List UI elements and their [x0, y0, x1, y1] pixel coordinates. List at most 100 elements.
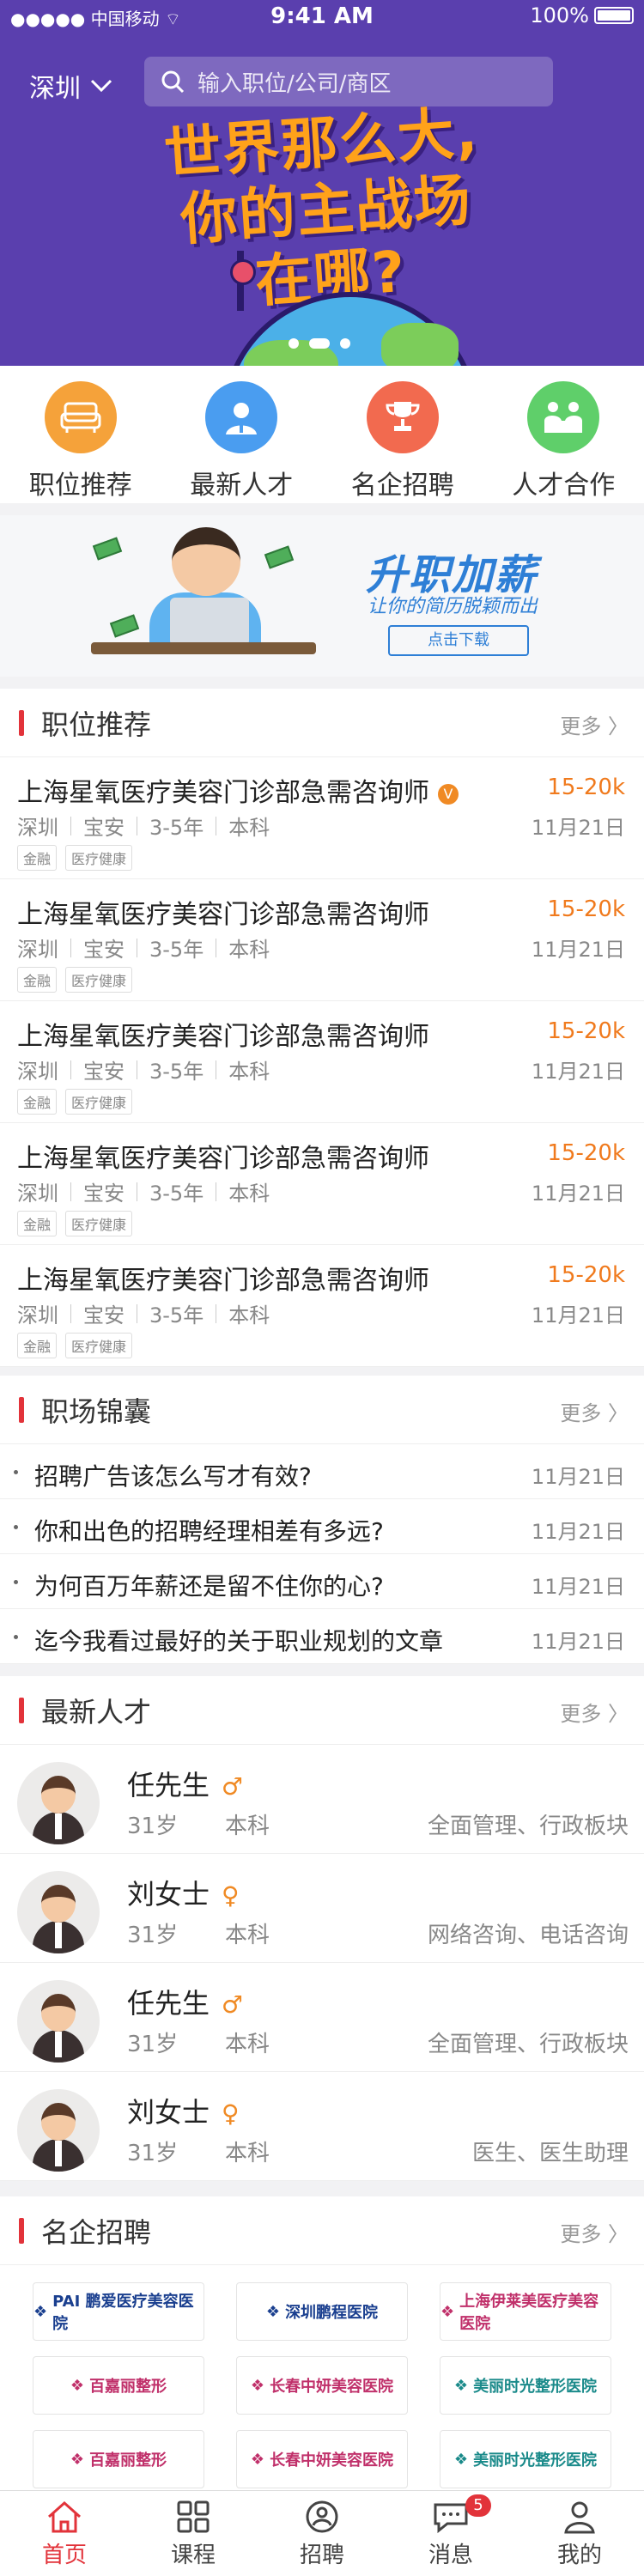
battery-icon [594, 7, 634, 24]
tab-home[interactable]: 首页 [0, 2491, 129, 2576]
gender-icon: ♀ [222, 1881, 240, 1910]
company-logo-grid: ❖ PAI 鹏爱医疗美容医院 ❖ 深圳鹏程医院 ❖ 上海伊莱美医疗美容医院 ❖ 百嘉丽整形 ❖ 长… [0, 2265, 644, 2488]
desk-illustration [91, 642, 316, 654]
section-header: 名企招聘 更多 〉 [0, 2196, 644, 2265]
company-logo[interactable]: ❖ 百嘉丽整形 [33, 2430, 204, 2488]
carousel-dot-active [309, 338, 330, 349]
category-label: 职位推荐 [28, 471, 132, 501]
meta-divider [70, 816, 71, 835]
job-tag: 医疗健康 [65, 967, 133, 993]
talent-item[interactable]: 任先生 ♂ 31岁 本科 全面管理、行政板块 [0, 1963, 644, 2072]
category-new-talent[interactable]: 最新人才 [161, 366, 323, 503]
talent-education: 本科 [225, 1923, 270, 1948]
city-selector[interactable]: 深圳 [29, 67, 113, 105]
carousel-dot [289, 338, 299, 349]
company-logo[interactable]: ❖ 百嘉丽整形 [33, 2356, 204, 2415]
job-edu: 本科 [228, 1060, 270, 1084]
job-item[interactable]: 上海星氧医疗美容门诊部急需咨询师 15-20k 深圳 宝安 3-5年 本科 11月21日 金融… [0, 1001, 644, 1123]
gender-icon: ♂ [222, 1990, 244, 2019]
company-name: 美丽时光整形医院 [473, 2378, 598, 2396]
tab-mine[interactable]: 我的 [515, 2491, 644, 2576]
job-salary: 15-20k [547, 1262, 625, 1288]
hero-banner[interactable]: ●●●●● 中国移动 ⌔ 9:41 AM 100% 深圳 输入职位/公司/商区 … [0, 0, 644, 366]
gender-icon: ♂ [222, 1772, 244, 1801]
company-logo[interactable]: ❖ PAI 鹏爱医疗美容医院 [33, 2282, 204, 2341]
article-item[interactable]: 迄今我看过最好的关于职业规划的文章 11月21日 [0, 1609, 644, 1664]
job-edu: 本科 [228, 1303, 270, 1327]
tab-course[interactable]: 课程 [129, 2491, 258, 2576]
battery-percent: 100% [530, 3, 589, 27]
job-date: 11月21日 [531, 1060, 625, 1084]
promo-banner[interactable]: 升职加薪 让你的简历脱颖而出 点击下载 [0, 515, 644, 677]
article-date: 11月21日 [531, 1520, 625, 1544]
download-button[interactable]: 点击下载 [388, 625, 529, 656]
tab-label: 招聘 [299, 2543, 344, 2568]
company-logo-icon: ❖ [453, 2450, 469, 2469]
article-item[interactable]: 招聘广告该怎么写才有效? 11月21日 [0, 1444, 644, 1499]
company-logo[interactable]: ❖ 长春中妍美容医院 [236, 2356, 408, 2415]
job-salary: 15-20k [547, 896, 625, 922]
article-title: 迄今我看过最好的关于职业规划的文章 [34, 1627, 444, 1656]
company-logo[interactable]: ❖ 深圳鹏程医院 [236, 2282, 408, 2341]
job-tag: 医疗健康 [65, 845, 133, 871]
company-name: 长春中妍美容医院 [270, 2451, 394, 2470]
category-job-recommend[interactable]: 职位推荐 [0, 366, 161, 503]
handshake-icon [527, 381, 600, 453]
job-title: 上海星氧医疗美容门诊部急需咨询师 [17, 893, 429, 931]
job-tags: 金融 医疗健康 [17, 1333, 133, 1358]
company-logo[interactable]: ❖ 上海伊莱美医疗美容医院 [440, 2282, 611, 2341]
job-area: 宝安 [83, 1060, 125, 1084]
job-item[interactable]: 上海星氧医疗美容门诊部急需咨询师 15-20k 深圳 宝安 3-5年 本科 11月21日 金融… [0, 1245, 644, 1367]
job-title: 上海星氧医疗美容门诊部急需咨询师 [17, 1137, 429, 1175]
talent-education: 本科 [225, 1814, 270, 1839]
recruit-icon [306, 2500, 338, 2533]
tab-message[interactable]: 5 消息 [386, 2491, 515, 2576]
company-logo[interactable]: ❖ 美丽时光整形医院 [440, 2430, 611, 2488]
job-list: 上海星氧医疗美容门诊部急需咨询师 V 15-20k 深圳 宝安 3-5年 本科 11月21日金… [0, 757, 644, 1367]
more-link[interactable]: 更多 〉 [560, 1697, 629, 1727]
job-title-text: 上海星氧医疗美容门诊部急需咨询师 [17, 900, 429, 930]
job-meta: 深圳 宝安 3-5年 本科 [17, 1054, 270, 1084]
talent-item[interactable]: 刘女士 ♀ 31岁 本科 网络咨询、电话咨询 [0, 1854, 644, 1963]
talent-age: 31岁 [127, 1814, 179, 1839]
more-link[interactable]: 更多 〉 [560, 709, 629, 739]
job-item[interactable]: 上海星氧医疗美容门诊部急需咨询师 15-20k 深圳 宝安 3-5年 本科 11月21日金融… [0, 879, 644, 1001]
section-header: 最新人才 更多 〉 [0, 1676, 644, 1745]
job-tags: 金融 医疗健康 [17, 1089, 133, 1115]
talent-item[interactable]: 刘女士 ♀ 31岁 本科 医生、医生助理 [0, 2072, 644, 2181]
job-city: 深圳 [17, 1303, 58, 1327]
section-marker [19, 1697, 24, 1723]
job-item[interactable]: 上海星氧医疗美容门诊部急需咨询师 V 15-20k 深圳 宝安 3-5年 本科 11月21日金… [0, 757, 644, 879]
money-illustration [92, 537, 123, 561]
meta-divider [70, 1060, 71, 1079]
job-edu: 本科 [228, 938, 270, 962]
job-item[interactable]: 上海星氧医疗美容门诊部急需咨询师 15-20k 深圳 宝安 3-5年 本科 11月21日 金融… [0, 1123, 644, 1245]
more-link[interactable]: 更多 〉 [560, 2217, 629, 2247]
more-link[interactable]: 更多 〉 [560, 1396, 629, 1426]
tab-recruit[interactable]: 招聘 [258, 2491, 386, 2576]
avatar [17, 1762, 100, 1844]
article-item[interactable]: 为何百万年薪还是留不住你的心? 11月21日 [0, 1554, 644, 1609]
category-label: 名企招聘 [350, 471, 454, 501]
talent-item[interactable]: 任先生 ♂ 31岁 本科 全面管理、行政板块 [0, 1745, 644, 1854]
company-logo-icon: ❖ [250, 2376, 265, 2395]
company-logo-icon: ❖ [453, 2376, 469, 2395]
top-company-section: 名企招聘 更多 〉 ❖ PAI 鹏爱医疗美容医院 ❖ 深圳鹏程医院 ❖ 上海伊莱美医疗美容… [0, 2196, 644, 2490]
job-date: 11月21日 [531, 938, 625, 962]
category-top-company[interactable]: 名企招聘 [322, 366, 483, 503]
laptop-illustration [170, 598, 249, 646]
company-logo[interactable]: ❖ 美丽时光整形医院 [440, 2356, 611, 2415]
meta-divider [70, 938, 71, 957]
category-talent-cooperation[interactable]: 人才合作 [483, 366, 644, 503]
job-salary: 15-20k [547, 1018, 625, 1044]
search-icon [161, 70, 185, 94]
article-item[interactable]: 你和出色的招聘经理相差有多远? 11月21日 [0, 1499, 644, 1554]
job-meta: 深圳 宝安 3-5年 本科 [17, 933, 270, 963]
article-date: 11月21日 [531, 1575, 625, 1599]
job-exp: 3-5年 [149, 1303, 204, 1327]
company-logo[interactable]: ❖ 长春中妍美容医院 [236, 2430, 408, 2488]
carousel-indicator[interactable] [289, 338, 350, 349]
company-name: 百嘉丽整形 [89, 2378, 167, 2396]
sofa-icon [44, 381, 117, 453]
job-tag: 金融 [17, 967, 58, 993]
